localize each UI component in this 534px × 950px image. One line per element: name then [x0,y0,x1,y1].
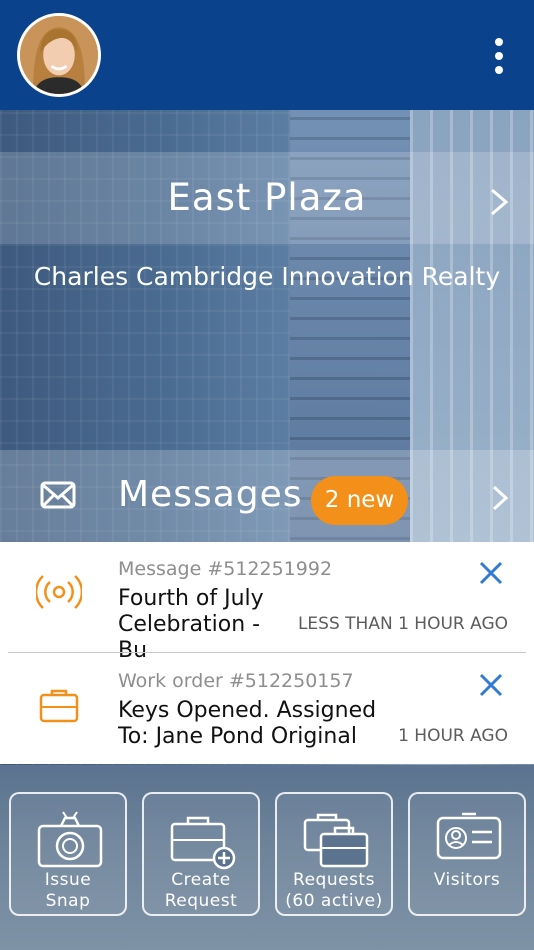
avatar[interactable] [17,13,101,97]
visitors-button[interactable]: Visitors [408,792,526,916]
message-time: 1 HOUR AGO [398,726,508,746]
more-vertical-icon [495,52,503,60]
tile-label: Visitors [433,870,501,890]
close-icon[interactable] [478,560,504,586]
new-count-badge: 2 new [311,476,408,525]
avatar-image [20,16,98,94]
chevron-right-icon[interactable] [490,484,510,512]
tile-label: Create Request [164,870,238,911]
messages-title: Messages [118,474,303,515]
divider [8,652,526,653]
camera-bug-icon [37,811,103,868]
briefcases-icon [303,813,369,868]
requests-button[interactable]: Requests (60 active) [275,792,393,916]
message-title-text: Keys Opened. Assigned To: Jane Pond Orig… [118,698,377,749]
top-bar [0,0,534,110]
more-vertical-icon [495,38,503,46]
organization-name: Charles Cambridge Innovation Realty [33,262,501,291]
message-list: Message #512251992 Fourth of July Celebr… [0,542,534,764]
broadcast-icon [36,575,82,609]
tile-label: Requests (60 active) [285,870,383,911]
briefcase-add-icon [170,816,236,870]
message-time: LESS THAN 1 HOUR AGO [297,614,508,634]
message-number: Message #512251992 [118,558,333,580]
quick-actions: Issue Snap Create Request Requests (60 a… [0,792,534,918]
issue-snap-button[interactable]: Issue Snap [9,792,127,916]
more-options-button[interactable] [488,38,510,74]
close-icon[interactable] [478,672,504,698]
briefcase-icon [39,689,79,723]
id-card-icon [436,812,502,860]
more-vertical-icon [495,66,503,74]
work-order-number: Work order #512250157 [118,670,354,692]
create-request-button[interactable]: Create Request [142,792,260,916]
chevron-right-icon[interactable] [488,187,510,217]
message-title: Keys Opened. Assigned To: Jane Pond Orig… [118,698,388,750]
tile-label: Issue Snap [44,870,92,911]
list-item[interactable]: Work order #512250157 Keys Opened. Assig… [0,654,534,764]
list-item[interactable]: Message #512251992 Fourth of July Celebr… [0,542,534,663]
building-name: East Plaza [167,176,367,219]
envelope-icon [40,481,76,509]
